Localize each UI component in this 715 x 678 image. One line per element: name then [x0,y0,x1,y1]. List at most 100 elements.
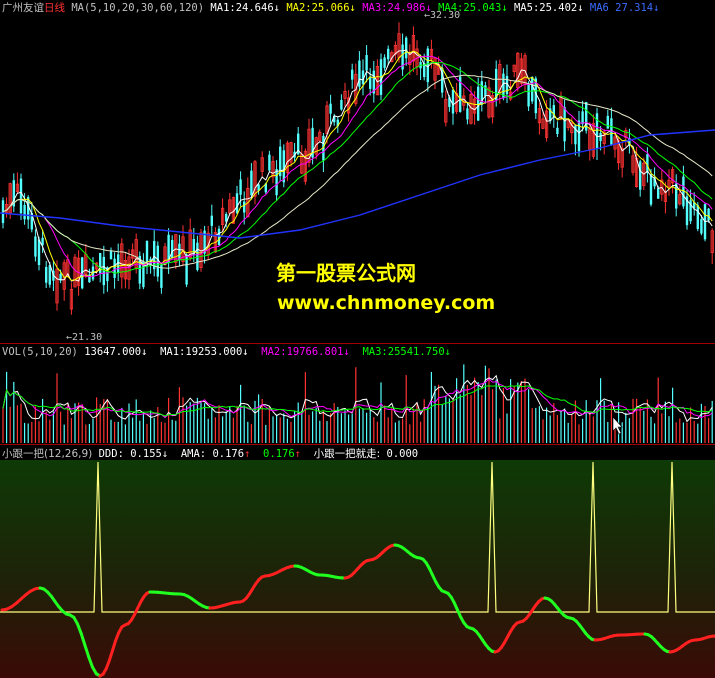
candle-body [45,267,48,283]
candle-body [657,188,660,199]
candle-body [113,258,116,278]
mouse-cursor-icon [612,416,623,435]
candle-body [639,161,642,190]
candle-body [210,215,213,226]
candle-body [351,69,354,80]
down-arrow-icon: ↓ [577,2,584,14]
ma3-label: MA3: [362,2,388,14]
candle-body [451,89,455,114]
ma2-label: MA2: [286,2,312,14]
vol-spec: VOL(5,10,20) [2,346,78,358]
volume-panel-header: VOL(5,10,20) 13647.000↓, MA1:19253.000↓,… [2,346,451,358]
ama-value: 0.176 [212,448,245,460]
ma1-value: 24.646 [235,2,274,14]
stock-name[interactable]: 广州友谊 [2,2,44,14]
candle-body [531,76,534,102]
candle-body [707,208,710,221]
candle-body [235,193,239,214]
candle-body [383,57,386,68]
period-label[interactable]: 日线 [44,2,65,14]
candle-body [196,242,199,270]
candle-body [243,201,246,213]
down-arrow-icon: ↓ [349,2,356,14]
vol-ma2-label: MA2: [261,346,287,358]
candle-body [405,37,408,59]
ddd-label: DDD: [98,448,124,460]
down-arrow-icon: ↓ [273,2,280,14]
vol-ma2-value: 19766.801 [286,346,344,358]
candle-body [171,240,174,259]
candle-body [48,265,51,285]
ddd-value: 0.155 [130,448,162,460]
candle-body [23,204,26,220]
candle-body [37,239,41,265]
candle-body [581,111,584,125]
candle-body [178,243,181,261]
candle-body [387,48,390,60]
down-arrow-icon: ↓ [653,2,660,14]
candle-body [217,228,221,245]
down-arrow-icon: ↓ [161,448,169,460]
vol-ma1-value: 19253.000 [185,346,243,358]
candle-body [477,86,480,121]
candle-body [250,170,253,196]
candle-body [527,84,530,107]
ama-label: AMA: [180,448,207,460]
signal-value: 0.000 [386,448,419,460]
ma5-label: MA5: [513,2,540,14]
candle-body [696,205,699,229]
candle-body [282,150,285,183]
candle-body [239,179,242,195]
down-arrow-icon: ↓ [242,346,249,358]
ma-spec: MA(5,10,20,30,60,120) [71,2,205,14]
vol-ma3-label: MA3: [362,346,388,358]
down-arrow-icon: ↓ [343,346,350,358]
vol-value: 13647.000 [84,346,142,358]
watermark-url: www.chnmoney.com [277,292,496,314]
candle-body [649,174,653,205]
candle-body [145,240,149,263]
down-arrow-icon: ↓ [444,346,451,358]
candle-body [329,103,332,114]
candle-body [34,236,37,257]
vol-ma1-line [2,374,713,423]
down-arrow-icon: ↓ [141,346,148,358]
indicator-name: 小跟一把(12,26,9) [2,448,93,460]
candle-body [606,115,609,129]
volume-ma-lines [2,374,713,423]
ma1-label: MA1: [210,2,236,14]
up-arrow-icon: ↑ [294,448,301,460]
up-arrow-icon: ↑ [244,448,251,460]
candle-body [19,178,23,214]
candle-body [365,55,368,71]
ama2-value: 0.176 [263,448,295,460]
candle-body [563,107,566,142]
candle-body [484,85,487,96]
watermark-title: 第一股票公式网 [276,261,416,285]
price-panel-header: 广州友谊日线 MA(5,10,20,30,60,120) MA1:24.646↓… [2,1,659,15]
ma6-value: 27.314 [615,2,654,14]
candle-body [599,132,602,142]
candle-body [275,169,278,196]
down-arrow-icon: ↓ [501,2,508,14]
ma6-label: MA6 [589,2,609,14]
ma3-value: 24.986 [387,2,426,14]
vol-ma1-label: MA1: [160,346,186,358]
vol-ma3-value: 25541.750 [387,346,445,358]
signal-label: 小跟一把就走: [313,448,381,460]
candle-body [700,219,703,234]
candle-body [369,76,372,89]
low-price-label: ←21.30 [66,332,103,343]
candle-body [466,108,469,120]
high-price-label: ←32.30 [424,10,461,21]
candle-body [556,127,559,134]
ma5-value: 25.402 [539,2,578,14]
candle-body [109,251,113,260]
vol-ma2-line [2,378,713,419]
candle-body [426,48,429,83]
indicator-panel-header: 小跟一把(12,26,9) DDD: 0.155↓, AMA: 0.176↑, … [2,448,419,460]
ma2-value: 25.066 [311,2,350,14]
candle-body [268,154,271,171]
chart-canvas[interactable] [0,0,715,678]
ma4-value: 25.043 [463,2,502,14]
